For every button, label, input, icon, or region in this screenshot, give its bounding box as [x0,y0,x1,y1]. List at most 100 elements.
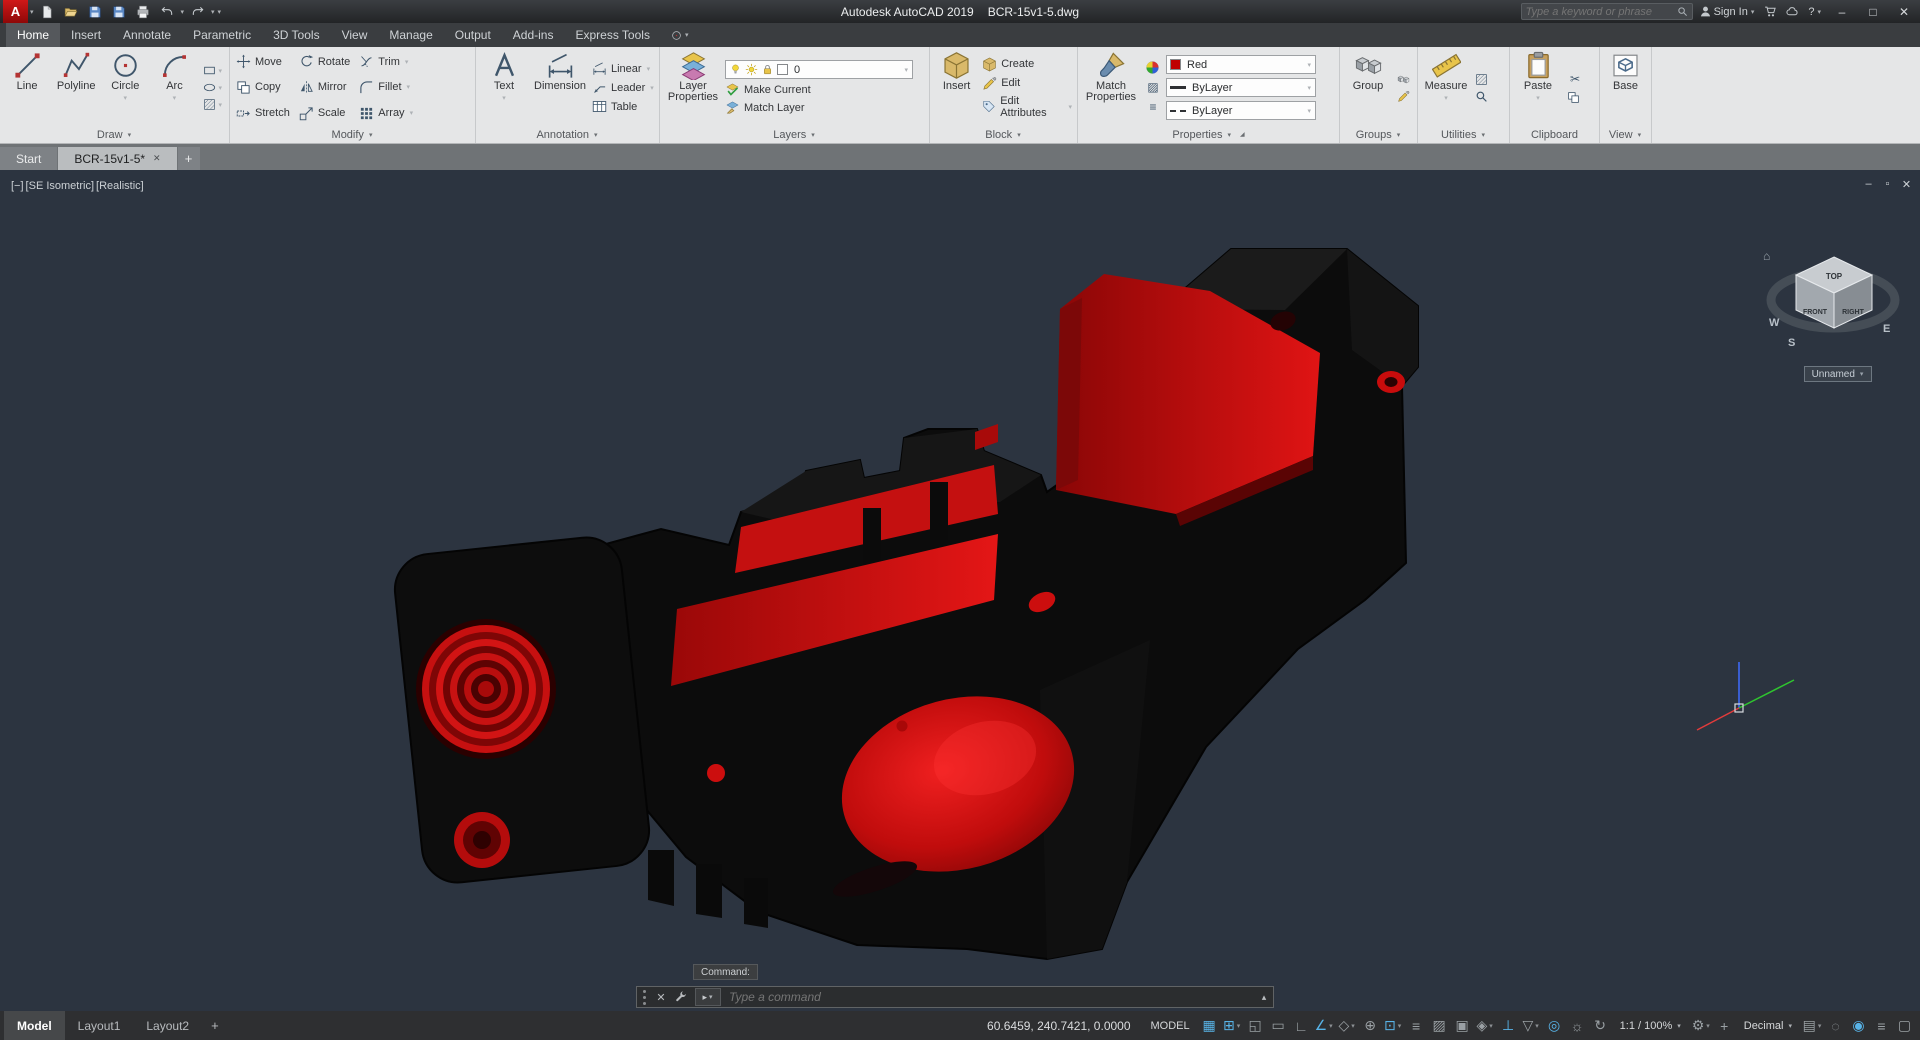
redo-dropdown-icon[interactable]: ▾ [210,8,216,16]
viewcube[interactable]: W S E ⌂ TOP FRONT RIGHT [1755,242,1920,362]
ungroup-button[interactable] [1397,73,1410,86]
clean-screen-button[interactable]: ▢ [1893,1011,1916,1040]
panel-title-layers[interactable]: Layers▾ [660,126,929,143]
undo-dropdown-icon[interactable]: ▾ [180,8,186,16]
layout1-tab[interactable]: Layout1 [65,1011,134,1040]
infer-constraints-toggle[interactable]: ◱ [1244,1011,1267,1040]
graphics-performance-button[interactable]: ◉ [1847,1011,1870,1040]
move-button[interactable]: Move [236,49,290,75]
panel-title-utilities[interactable]: Utilities▾ [1418,126,1509,143]
rotate-button[interactable]: Rotate [299,49,350,75]
create-block-button[interactable]: Create [982,57,1073,72]
new-file-button[interactable] [36,1,59,22]
lineweight-toggle[interactable]: ≡ [1405,1011,1428,1040]
maximize-button[interactable]: □ [1859,0,1887,23]
id-point-button[interactable] [1475,90,1488,103]
make-current-button[interactable]: Make Current [725,82,913,97]
rectangle-tool-button[interactable]: ▾ [203,64,224,77]
isolate-objects-button[interactable]: ◌ [1824,1011,1847,1040]
layer-properties-button[interactable]: Layer Properties [664,49,722,126]
insert-block-button[interactable]: Insert [934,49,979,126]
ellipse-tool-button[interactable]: ▾ [203,81,224,94]
tab-output[interactable]: Output [444,23,502,47]
annotation-visibility-toggle[interactable]: ☼ [1566,1011,1589,1040]
copy-button[interactable]: Copy [236,75,290,101]
search-icon[interactable] [1677,6,1688,17]
viewcube-top-label[interactable]: TOP [1826,272,1843,281]
undo-button[interactable] [156,1,179,22]
3d-model-lower-receiver[interactable] [391,249,1418,959]
gizmo-toggle[interactable]: ◎ [1543,1011,1566,1040]
ribbon-display-toggle[interactable]: ▾ [671,23,690,47]
units-button[interactable]: Decimal▾ [1736,1011,1801,1040]
text-button[interactable]: Text▾ [480,49,528,126]
panel-title-groups[interactable]: Groups▾ [1340,126,1417,143]
named-view-dropdown[interactable]: Unnamed ▾ [1804,366,1872,382]
autocad-logo-icon[interactable]: A [3,0,28,23]
tab-annotate[interactable]: Annotate [112,23,182,47]
command-line[interactable]: ✕ ▸ ▾ ▴ [636,986,1274,1008]
layer-on-bulb-icon[interactable] [729,63,742,76]
mirror-button[interactable]: Mirror [299,75,350,101]
workspace-switching-button[interactable]: ⚙▾ [1690,1011,1713,1040]
arc-button[interactable]: Arc▾ [151,49,197,126]
layer-lock-icon[interactable] [761,63,774,76]
recent-commands-button[interactable]: ▸ ▾ [695,988,721,1006]
array-button[interactable]: Array▾ [359,100,414,126]
match-properties-button[interactable]: Match Properties [1082,49,1140,126]
tab-home[interactable]: Home [6,23,60,47]
save-button[interactable] [84,1,107,22]
panel-title-clipboard[interactable]: Clipboard [1510,126,1599,143]
command-history-toggle[interactable]: ▴ [1255,992,1273,1003]
customization-button[interactable]: ≡ [1870,1011,1893,1040]
annotation-monitor-button[interactable]: + [1713,1011,1736,1040]
minimize-button[interactable]: – [1828,0,1856,23]
ortho-toggle[interactable]: ∟ [1290,1011,1313,1040]
qat-customize-dropdown-icon[interactable]: ▾ [217,8,223,16]
layer-dropdown[interactable]: 0 ▾ [725,60,913,79]
document-tab-close-icon[interactable]: ✕ [153,153,161,164]
redo-button[interactable] [186,1,209,22]
base-view-button[interactable]: Base [1604,49,1647,126]
layer-freeze-sun-icon[interactable] [745,63,758,76]
match-layer-button[interactable]: Match Layer [725,100,913,115]
new-layout-button[interactable]: + [202,1018,228,1033]
tab-insert[interactable]: Insert [60,23,112,47]
app-menu-dropdown-icon[interactable]: ▾ [29,8,35,16]
viewcube-right-label[interactable]: RIGHT [1842,309,1865,316]
linetype-dropdown[interactable]: ByLayer ▾ [1166,101,1316,120]
snap-toggle[interactable]: ⊞▾ [1221,1011,1244,1040]
paste-button[interactable]: Paste▾ [1514,49,1562,126]
quick-select-button[interactable] [1475,73,1488,86]
dimension-button[interactable]: Dimension [531,49,589,126]
transparency-toggle[interactable]: ▨ [1428,1011,1451,1040]
polar-tracking-toggle[interactable]: ∠▾ [1313,1011,1336,1040]
command-line-close-button[interactable]: ✕ [651,986,671,1008]
properties-dialog-launcher-icon[interactable]: ◢ [1240,131,1245,138]
command-line-customize-button[interactable] [671,986,691,1008]
measure-button[interactable]: Measure▾ [1422,49,1470,126]
panel-title-modify[interactable]: Modify▾ [230,126,475,143]
properties-list-icon[interactable]: ≡ [1145,99,1161,115]
viewport-close-icon[interactable]: ✕ [1899,178,1914,191]
viewport-menu-button[interactable]: [−] [10,180,25,192]
help-search-box[interactable] [1521,3,1693,20]
annotation-autoscale-toggle[interactable]: ↻ [1589,1011,1612,1040]
color-wheel-icon[interactable] [1145,60,1160,75]
autodesk-a360-button[interactable] [1783,1,1802,22]
tab-add-ins[interactable]: Add-ins [502,23,565,47]
coordinates-display[interactable]: 60.6459, 240.7421, 0.0000 [975,1019,1142,1033]
lineweight-dropdown[interactable]: ByLayer ▾ [1166,78,1316,97]
view-control-button[interactable]: [SE Isometric] [25,180,95,192]
annotation-scale-button[interactable]: 1:1 / 100%▾ [1612,1011,1690,1040]
tab-3d-tools[interactable]: 3D Tools [262,23,330,47]
visual-style-button[interactable]: [Realistic] [95,180,145,192]
group-button[interactable]: Group [1344,49,1392,126]
panel-title-annotation[interactable]: Annotation▾ [476,126,659,143]
drawing-canvas[interactable]: [−] [SE Isometric] [Realistic] – ▫ ✕ W S… [0,170,1920,1011]
object-snap-tracking-toggle[interactable]: ⊕ [1359,1011,1382,1040]
selection-cycling-toggle[interactable]: ▣ [1451,1011,1474,1040]
edit-block-button[interactable]: Edit [982,76,1073,91]
table-button[interactable]: Table [592,99,655,114]
trim-button[interactable]: Trim▾ [359,49,414,75]
